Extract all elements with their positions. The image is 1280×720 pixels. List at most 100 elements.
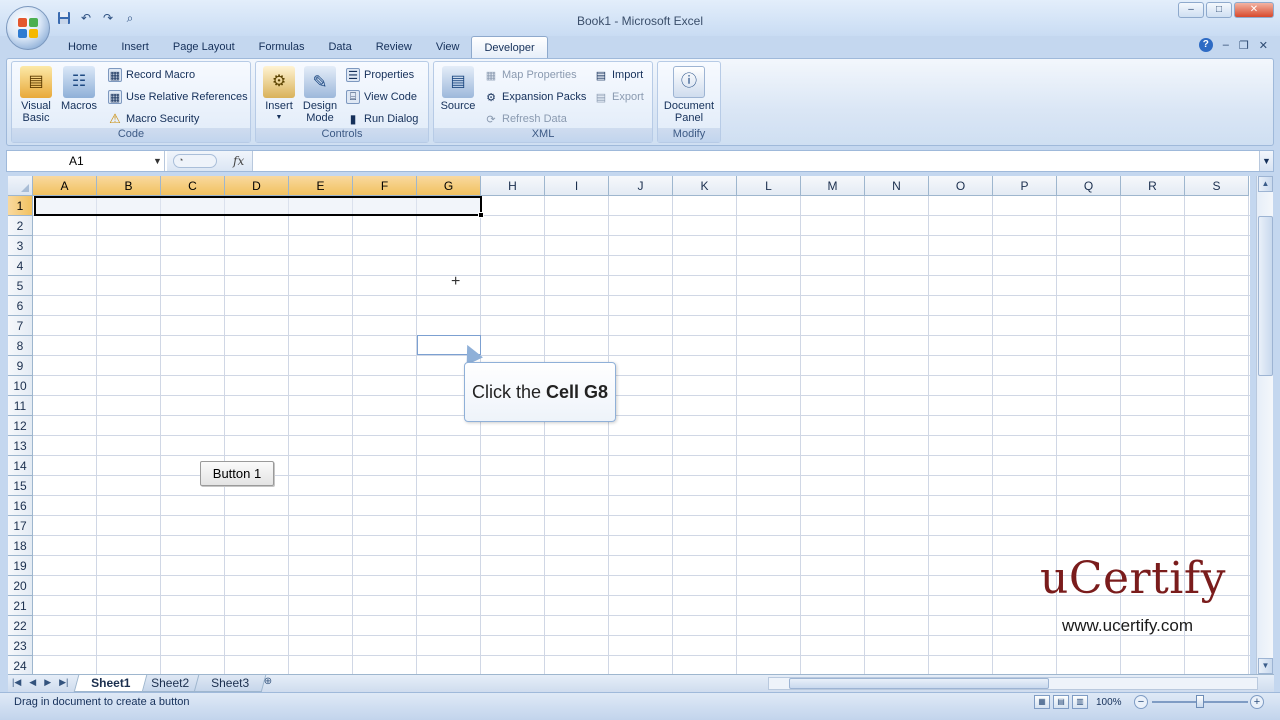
expand-formula-bar-icon[interactable]: ▼ [1259,151,1273,171]
row-header-18[interactable]: 18 [8,536,33,556]
row-header-9[interactable]: 9 [8,356,33,376]
row-header-8[interactable]: 8 [8,336,33,356]
source-button[interactable]: ▤ Source [438,66,478,112]
row-header-11[interactable]: 11 [8,396,33,416]
select-all-corner[interactable] [8,176,33,196]
fill-handle[interactable] [478,212,484,218]
tab-home[interactable]: Home [56,36,109,58]
row-header-7[interactable]: 7 [8,316,33,336]
horizontal-scrollbar[interactable] [768,677,1258,690]
macros-button[interactable]: ☷ Macros [60,66,98,112]
form-button[interactable]: Button 1 [200,461,274,486]
column-header-o[interactable]: O [929,176,993,196]
tab-developer[interactable]: Developer [471,36,548,58]
export-button[interactable]: ▤ Export [594,88,644,106]
row-header-15[interactable]: 15 [8,476,33,496]
column-header-q[interactable]: Q [1057,176,1121,196]
design-mode-button[interactable]: ✎ Design Mode [300,66,340,124]
row-header-17[interactable]: 17 [8,516,33,536]
office-button[interactable] [6,6,50,50]
formula-input[interactable] [255,151,1259,171]
column-header-h[interactable]: H [481,176,545,196]
row-header-16[interactable]: 16 [8,496,33,516]
zoom-out-icon[interactable]: − [1134,695,1148,709]
page-break-view-icon[interactable]: ▥ [1072,695,1088,709]
tab-insert[interactable]: Insert [109,36,161,58]
next-sheet-icon[interactable]: ▶ [44,677,51,688]
help-icon[interactable]: ? [1198,38,1213,52]
last-sheet-icon[interactable]: ▶| [59,677,68,688]
scroll-down-icon[interactable]: ▼ [1258,658,1273,674]
minimize-button[interactable]: – [1178,2,1204,18]
prev-sheet-icon[interactable]: ◀ [29,677,36,688]
maximize-button[interactable]: □ [1206,2,1232,18]
zoom-slider-thumb[interactable] [1196,695,1204,708]
tab-page-layout[interactable]: Page Layout [161,36,247,58]
column-header-s[interactable]: S [1185,176,1249,196]
row-header-20[interactable]: 20 [8,576,33,596]
column-header-r[interactable]: R [1121,176,1185,196]
ribbon-close-icon[interactable]: ✕ [1259,39,1268,52]
column-header-d[interactable]: D [225,176,289,196]
ribbon-minimize-icon[interactable]: – [1223,39,1229,51]
insert-sheet-icon[interactable]: ⊕ [258,676,278,691]
import-button[interactable]: ▤ Import [594,66,643,84]
tab-view[interactable]: View [424,36,472,58]
first-sheet-icon[interactable]: |◀ [12,677,21,688]
row-header-3[interactable]: 3 [8,236,33,256]
row-header-13[interactable]: 13 [8,436,33,456]
name-box[interactable]: A1 [7,151,165,171]
column-header-e[interactable]: E [289,176,353,196]
vertical-scrollbar[interactable]: ▲ ▼ [1256,176,1273,674]
tab-data[interactable]: Data [316,36,363,58]
column-header-c[interactable]: C [161,176,225,196]
column-header-p[interactable]: P [993,176,1057,196]
row-header-6[interactable]: 6 [8,296,33,316]
row-header-24[interactable]: 24 [8,656,33,674]
horizontal-scroll-thumb[interactable] [789,678,1049,689]
column-header-n[interactable]: N [865,176,929,196]
sheet-tab-sheet3[interactable]: Sheet3 [193,675,267,692]
expansion-packs-button[interactable]: ⚙ Expansion Packs [484,88,586,106]
column-header-b[interactable]: B [97,176,161,196]
run-dialog-button[interactable]: ▮ Run Dialog [346,110,419,128]
row-header-2[interactable]: 2 [8,216,33,236]
row-header-12[interactable]: 12 [8,416,33,436]
row-header-22[interactable]: 22 [8,616,33,636]
row-header-21[interactable]: 21 [8,596,33,616]
column-header-f[interactable]: F [353,176,417,196]
column-header-g[interactable]: G [417,176,481,196]
insert-control-button[interactable]: ⚙ Insert ▼ [260,66,298,124]
row-header-1[interactable]: 1 [8,196,33,216]
insert-function-icon[interactable]: fx [233,154,244,168]
close-button[interactable]: ✕ [1234,2,1274,18]
row-header-19[interactable]: 19 [8,556,33,576]
document-panel-button[interactable]: ⓘ Document Panel [660,66,718,124]
row-header-23[interactable]: 23 [8,636,33,656]
map-properties-button[interactable]: ▦ Map Properties [484,66,577,84]
sheet-tab-sheet1[interactable]: Sheet1 [73,675,148,692]
zoom-in-icon[interactable]: + [1250,695,1264,709]
visual-basic-button[interactable]: ▤ Visual Basic [18,66,54,124]
tab-formulas[interactable]: Formulas [247,36,317,58]
column-header-l[interactable]: L [737,176,801,196]
row-header-14[interactable]: 14 [8,456,33,476]
column-header-k[interactable]: K [673,176,737,196]
row-header-5[interactable]: 5 [8,276,33,296]
normal-view-icon[interactable]: ▦ [1034,695,1050,709]
row-header-10[interactable]: 10 [8,376,33,396]
column-header-a[interactable]: A [33,176,97,196]
tab-review[interactable]: Review [364,36,424,58]
ribbon-restore-icon[interactable]: ❐ [1239,39,1249,52]
use-relative-references-button[interactable]: ▦ Use Relative References [108,88,248,106]
column-header-i[interactable]: I [545,176,609,196]
scroll-up-icon[interactable]: ▲ [1258,176,1273,192]
zoom-level[interactable]: 100% [1096,697,1122,708]
record-macro-button[interactable]: ▦ Record Macro [108,66,195,84]
column-header-m[interactable]: M [801,176,865,196]
row-header-4[interactable]: 4 [8,256,33,276]
vertical-scroll-thumb[interactable] [1258,216,1273,376]
macro-security-button[interactable]: ⚠ Macro Security [108,110,199,128]
properties-button[interactable]: ☰ Properties [346,66,414,84]
name-box-dropdown-icon[interactable]: ▼ [153,151,162,171]
